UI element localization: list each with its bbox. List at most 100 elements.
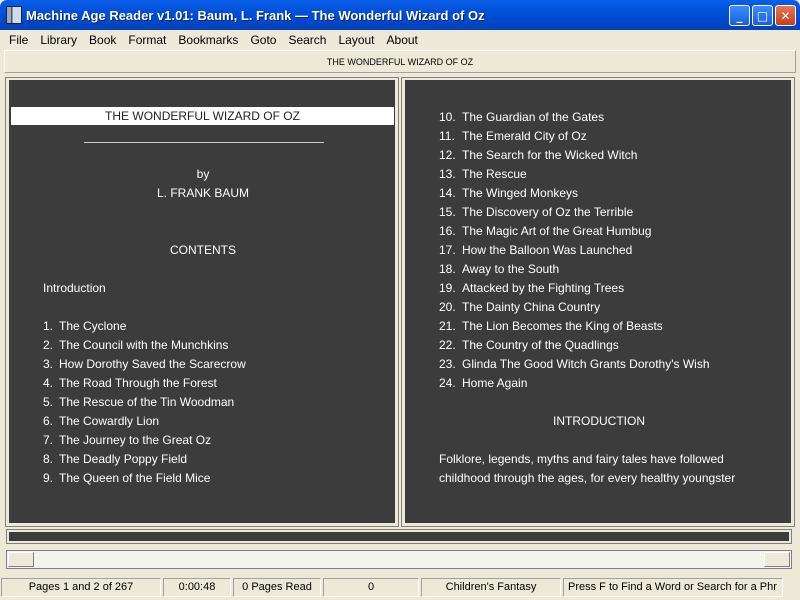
contents-heading: CONTENTS xyxy=(170,243,236,257)
toc-chapter-6[interactable]: 6. The Cowardly Lion xyxy=(43,414,159,428)
status-genre: Children's Fantasy xyxy=(421,578,561,597)
book-title-strip: THE WONDERFUL WIZARD OF OZ xyxy=(4,50,796,73)
toc-chapter-title: The Road Through the Forest xyxy=(59,376,217,390)
toc-chapter-20[interactable]: 20. The Dainty China Country xyxy=(439,300,600,314)
toc-chapter-18[interactable]: 18. Away to the South xyxy=(439,262,559,276)
toc-chapter-1[interactable]: 1. The Cyclone xyxy=(43,319,126,333)
toc-chapter-number: 13. xyxy=(439,167,456,181)
page-scrollbar[interactable] xyxy=(6,550,792,569)
toc-chapter-title: The Dainty China Country xyxy=(462,300,601,314)
toc-chapter-number: 12. xyxy=(439,148,456,162)
minimize-button[interactable]: _ xyxy=(729,5,750,26)
toc-chapter-number: 17. xyxy=(439,243,456,257)
toc-chapter-title: The Search for the Wicked Witch xyxy=(462,148,638,162)
toc-chapter-16[interactable]: 16. The Magic Art of the Great Humbug xyxy=(439,224,651,238)
menu-bar: File Library Book Format Bookmarks Goto … xyxy=(0,30,800,49)
menu-about[interactable]: About xyxy=(381,31,424,49)
toc-chapter-10[interactable]: 10. The Guardian of the Gates xyxy=(439,110,604,124)
close-button[interactable]: ✕ xyxy=(775,5,796,26)
scroll-right-button[interactable] xyxy=(764,552,790,567)
toc-chapter-title: The Rescue of the Tin Woodman xyxy=(59,395,235,409)
toc-chapter-title: The Rescue xyxy=(462,167,527,181)
right-page[interactable]: 10. The Guardian of the Gates 11. The Emera… xyxy=(405,80,791,523)
toc-chapter-7[interactable]: 7. The Journey to the Great Oz xyxy=(43,433,211,447)
left-page[interactable]: THE WONDERFUL WIZARD OF OZ by L. FRANK B… xyxy=(9,80,395,523)
toc-chapter-2[interactable]: 2. The Council with the Munchkins xyxy=(43,338,228,352)
toc-chapter-title: How Dorothy Saved the Scarecrow xyxy=(59,357,246,371)
toc-chapter-title: The Deadly Poppy Field xyxy=(59,452,188,466)
toc-chapter-23[interactable]: 23. Glinda The Good Witch Grants Dorothy'… xyxy=(439,357,710,371)
toc-chapter-title: Away to the South xyxy=(462,262,560,276)
toc-chapter-17[interactable]: 17. How the Balloon Was Launched xyxy=(439,243,632,257)
right-page-frame: 10. The Guardian of the Gates 11. The Emera… xyxy=(401,77,795,527)
title-bar[interactable]: Machine Age Reader v1.01: Baum, L. Frank… xyxy=(0,0,800,30)
toc-introduction[interactable]: Introduction xyxy=(43,281,106,295)
toc-chapter-number: 5. xyxy=(43,395,54,409)
status-pages: Pages 1 and 2 of 267 xyxy=(1,578,161,597)
toc-chapter-number: 1. xyxy=(43,319,54,333)
toc-chapter-title: The Guardian of the Gates xyxy=(462,110,605,124)
status-bar: Pages 1 and 2 of 267 0:00:48 0 Pages Rea… xyxy=(0,577,800,598)
toc-chapter-number: 16. xyxy=(439,224,456,238)
progress-fill xyxy=(9,532,789,541)
menu-bookmarks[interactable]: Bookmarks xyxy=(172,31,244,49)
toc-chapter-title: How the Balloon Was Launched xyxy=(462,243,633,257)
toc-chapter-11[interactable]: 11. The Emerald City of Oz xyxy=(439,129,587,143)
menu-goto[interactable]: Goto xyxy=(244,31,282,49)
menu-search[interactable]: Search xyxy=(282,31,332,49)
toc-chapter-number: 7. xyxy=(43,433,54,447)
menu-layout[interactable]: Layout xyxy=(332,31,380,49)
toc-chapter-title: The Queen of the Field Mice xyxy=(59,471,211,485)
author-name: L. FRANK BAUM xyxy=(156,186,249,200)
toc-chapter-5[interactable]: 5. The Rescue of the Tin Woodman xyxy=(43,395,234,409)
toc-chapter-4[interactable]: 4. The Road Through the Forest xyxy=(43,376,217,390)
introduction-heading: INTRODUCTION xyxy=(553,414,645,428)
toc-chapter-15[interactable]: 15. The Discovery of Oz the Terrible xyxy=(439,205,633,219)
toc-chapter-number: 15. xyxy=(439,205,456,219)
toc-chapter-13[interactable]: 13. The Rescue xyxy=(439,167,527,181)
menu-book[interactable]: Book xyxy=(83,31,122,49)
scroll-left-button[interactable] xyxy=(8,552,34,567)
toc-chapter-21[interactable]: 21. The Lion Becomes the King of Beasts xyxy=(439,319,663,333)
toc-chapter-number: 9. xyxy=(43,471,54,485)
toc-chapter-number: 21. xyxy=(439,319,456,333)
toc-chapter-22[interactable]: 22. The Country of the Quadlings xyxy=(439,338,619,352)
menu-file[interactable]: File xyxy=(3,31,34,49)
toc-chapter-number: 11. xyxy=(439,129,455,143)
toc-chapter-title: The Cyclone xyxy=(59,319,127,333)
status-time: 0:00:48 xyxy=(163,578,231,597)
toc-chapter-title: The Council with the Munchkins xyxy=(59,338,229,352)
window-controls: _ □ ✕ xyxy=(729,5,796,26)
toc-chapter-24[interactable]: 24. Home Again xyxy=(439,376,527,390)
toc-chapter-number: 19. xyxy=(439,281,456,295)
toc-chapter-number: 6. xyxy=(43,414,54,428)
toc-chapter-number: 24. xyxy=(439,376,456,390)
toc-chapter-12[interactable]: 12. The Search for the Wicked Witch xyxy=(439,148,637,162)
toc-chapter-3[interactable]: 3. How Dorothy Saved the Scarecrow xyxy=(43,357,246,371)
toc-chapter-number: 22. xyxy=(439,338,456,352)
status-hint: Press F to Find a Word or Search for a P… xyxy=(563,578,783,597)
toc-chapter-number: 20. xyxy=(439,300,456,314)
toc-chapter-title: The Cowardly Lion xyxy=(59,414,160,428)
toc-chapter-14[interactable]: 14. The Winged Monkeys xyxy=(439,186,578,200)
toc-chapter-number: 2. xyxy=(43,338,54,352)
toc-chapter-number: 3. xyxy=(43,357,54,371)
by-line: by xyxy=(196,167,210,181)
toc-chapter-title: Attacked by the Fighting Trees xyxy=(462,281,625,295)
book-title-highlight: THE WONDERFUL WIZARD OF OZ xyxy=(11,107,394,125)
intro-text-line-1: Folklore, legends, myths and fairy tales… xyxy=(439,452,724,466)
left-page-frame: THE WONDERFUL WIZARD OF OZ by L. FRANK B… xyxy=(5,77,399,527)
toc-chapter-number: 8. xyxy=(43,452,54,466)
toc-chapter-number: 14. xyxy=(439,186,456,200)
maximize-button[interactable]: □ xyxy=(752,5,773,26)
toc-chapter-title: The Lion Becomes the King of Beasts xyxy=(462,319,663,333)
toc-chapter-number: 18. xyxy=(439,262,456,276)
menu-library[interactable]: Library xyxy=(34,31,83,49)
menu-format[interactable]: Format xyxy=(122,31,172,49)
toc-chapter-8[interactable]: 8. The Deadly Poppy Field xyxy=(43,452,187,466)
toc-chapter-19[interactable]: 19. Attacked by the Fighting Trees xyxy=(439,281,624,295)
toc-chapter-title: The Discovery of Oz the Terrible xyxy=(462,205,634,219)
app-book-icon[interactable] xyxy=(6,6,22,24)
toc-chapter-9[interactable]: 9. The Queen of the Field Mice xyxy=(43,471,210,485)
title-divider xyxy=(84,142,324,143)
